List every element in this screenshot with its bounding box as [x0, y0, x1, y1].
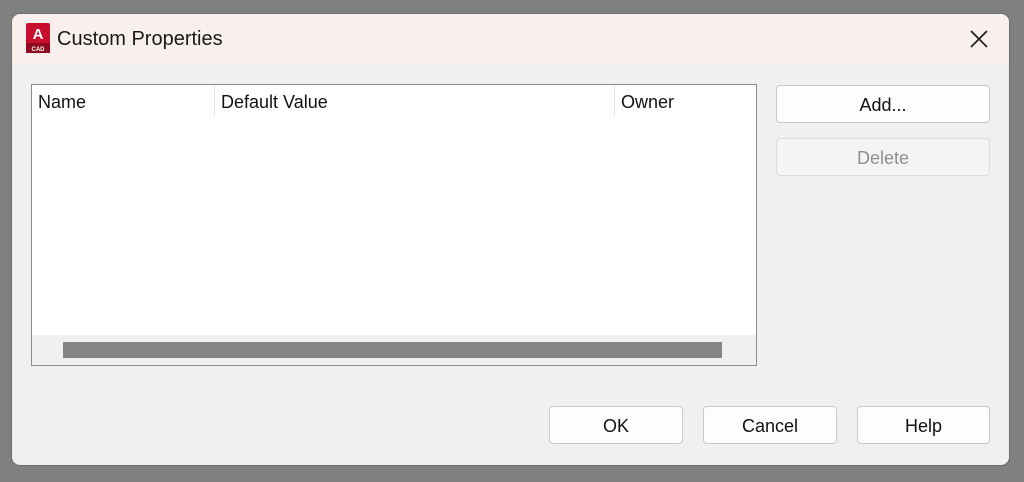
properties-list[interactable]: Name Default Value Owner	[31, 84, 757, 366]
cancel-button[interactable]: Cancel	[703, 406, 837, 444]
column-header-owner[interactable]: Owner	[614, 85, 756, 117]
custom-properties-dialog: A CAD Custom Properties Name Default Val…	[12, 14, 1009, 465]
column-header-name[interactable]: Name	[32, 85, 214, 117]
ok-button[interactable]: OK	[549, 406, 683, 444]
list-header: Name Default Value Owner	[32, 85, 756, 117]
window-title: Custom Properties	[57, 28, 223, 50]
scrollbar-thumb[interactable]	[63, 342, 722, 358]
column-header-default-value[interactable]: Default Value	[214, 85, 614, 117]
help-button[interactable]: Help	[857, 406, 990, 444]
app-icon-letter: A	[33, 26, 44, 43]
close-icon	[970, 30, 988, 48]
horizontal-scrollbar[interactable]	[32, 335, 756, 365]
close-button[interactable]	[954, 14, 1004, 64]
app-icon-badge: CAD	[32, 47, 46, 53]
title-bar: A CAD Custom Properties	[12, 14, 1009, 64]
autocad-icon: A CAD	[26, 23, 50, 53]
delete-button[interactable]: Delete	[776, 138, 990, 176]
add-button[interactable]: Add...	[776, 85, 990, 123]
